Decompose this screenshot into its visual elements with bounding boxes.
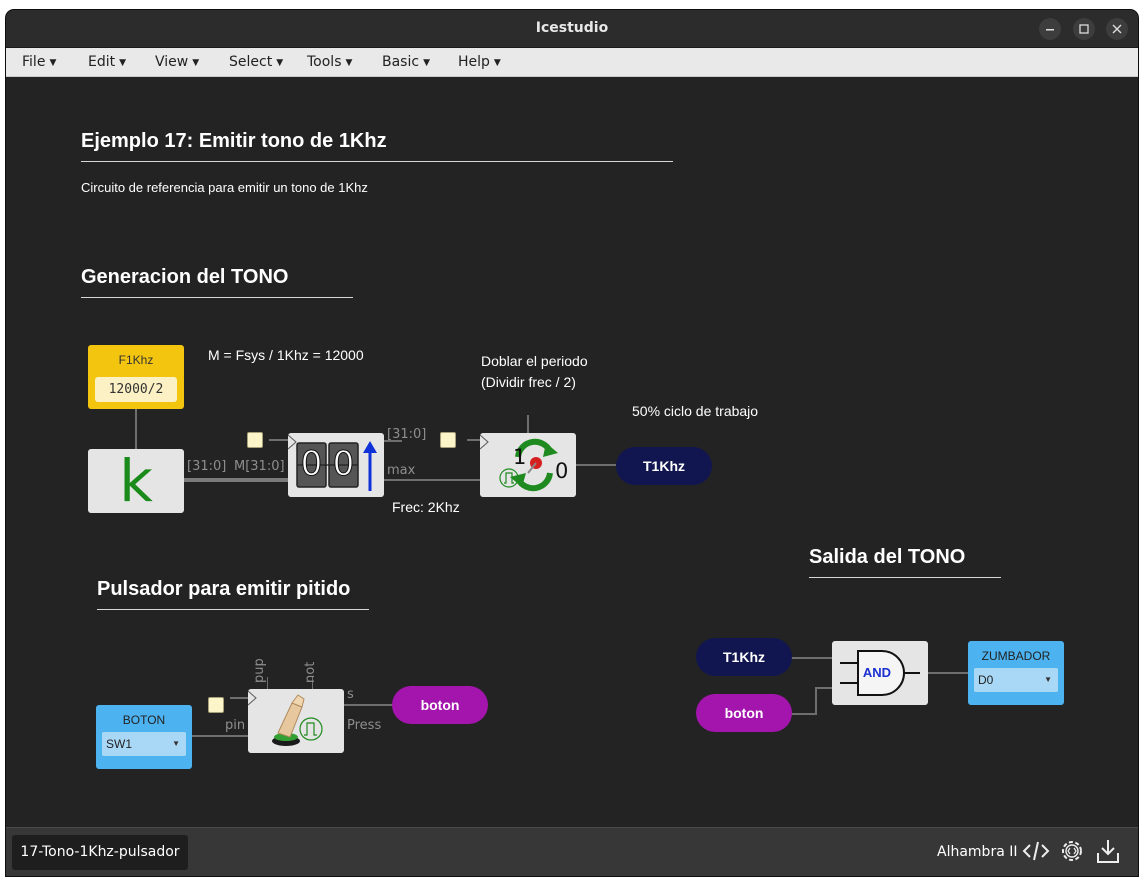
double-period-line2: (Dividir frec / 2) [481, 374, 576, 390]
wire-clock-button [230, 697, 248, 699]
download-icon [1097, 840, 1119, 863]
app-window: Icestudio File ▼ Edit ▼ View ▼ Select ▼ Tool… [6, 10, 1138, 876]
code-view-button[interactable] [1022, 837, 1050, 865]
input-label-t1khz[interactable]: T1Khz [696, 638, 792, 676]
wire-boton-and-h2 [815, 687, 833, 689]
port-label-m: M[31:0] [234, 459, 285, 474]
formula-note: M = Fsys / 1Khz = 12000 [208, 347, 364, 363]
menu-view[interactable]: View ▼ [155, 54, 199, 70]
chevron-down-icon: ▼ [1044, 675, 1052, 684]
menu-basic[interactable]: Basic ▼ [382, 54, 430, 70]
toggle-zero: 0 [555, 459, 569, 483]
design-canvas[interactable]: Ejemplo 17: Emitir tono de 1Khz Circuito… [6, 77, 1138, 827]
chevron-down-icon: ▼ [172, 739, 180, 748]
wire-t1khz-and [790, 657, 832, 659]
wire-bus-k-counter [184, 478, 288, 482]
wire-button-out [344, 704, 394, 706]
menu-edit[interactable]: Edit ▼ [88, 54, 126, 70]
maximize-button[interactable] [1073, 18, 1095, 40]
toggle-one: 1 [513, 445, 527, 469]
output-zumbador-label: ZUMBADOR [981, 649, 1051, 663]
counter-block[interactable]: 0 0 [288, 433, 384, 497]
menu-tools[interactable]: Tools ▼ [307, 54, 352, 70]
wire-boton-pin [192, 735, 248, 737]
double-period-line1: Doblar el periodo [481, 353, 588, 369]
main-heading-underline [81, 161, 673, 162]
wire-toggle-top [527, 415, 529, 433]
wire-pup-stub [267, 677, 268, 689]
pushbutton-icon [248, 690, 323, 746]
button-heading: Pulsador para emitir pitido [97, 578, 351, 600]
constant-value[interactable]: 12000/2 [95, 377, 177, 402]
wire-and-zumbador [928, 672, 968, 674]
upload-button[interactable] [1094, 837, 1122, 865]
wire-boton-and-v [815, 687, 817, 715]
input-boton[interactable]: BOTON SW1 ▼ [96, 705, 192, 769]
duty-cycle-note: 50% ciclo de trabajo [632, 403, 759, 419]
clock-input-button[interactable] [208, 697, 224, 713]
button-heading-underline [97, 609, 369, 610]
menu-bar: File ▼ Edit ▼ View ▼ Select ▼ Tools ▼ Basic ▼ … [6, 48, 1138, 77]
output-heading-underline [809, 577, 1001, 578]
output-zumbador-select[interactable]: D0 ▼ [974, 668, 1058, 692]
generation-heading-underline [81, 297, 353, 298]
menu-select[interactable]: Select ▼ [229, 54, 283, 70]
port-label-not: not [303, 661, 318, 683]
frequency-note: Frec: 2Khz [392, 499, 460, 515]
port-label-press: Press [347, 718, 382, 733]
constant-block-f1khz[interactable]: F1Khz 12000/2 [88, 345, 184, 409]
title-bar: Icestudio [6, 10, 1138, 48]
main-heading: Ejemplo 17: Emitir tono de 1Khz [81, 130, 387, 152]
and-gate-label: AND [862, 665, 892, 680]
minimize-button[interactable] [1039, 18, 1061, 40]
port-label-max: max [387, 463, 416, 478]
button-block[interactable] [248, 689, 344, 753]
output-label-boton[interactable]: boton [392, 686, 488, 724]
wire-toggle-out [576, 464, 616, 466]
generation-heading: Generacion del TONO [81, 266, 289, 288]
gear-code-icon [1062, 841, 1082, 861]
description-note: Circuito de referencia para emitir un to… [81, 180, 368, 195]
window-title: Icestudio [535, 20, 609, 36]
minimize-icon [1046, 29, 1054, 31]
wire-clock-toggle [467, 439, 481, 441]
constant-label: F1Khz [118, 353, 154, 367]
clock-input-counter[interactable] [247, 432, 263, 448]
wire-boton-and-h [790, 713, 816, 715]
wire-clock-counter [269, 439, 289, 441]
input-label-boton[interactable]: boton [696, 694, 792, 732]
status-bar: 17-Tono-1Khz-pulsador Alhambra II [6, 827, 1138, 876]
output-heading: Salida del TONO [809, 546, 966, 568]
port-label-pup: pup [252, 658, 267, 683]
and-gate-block[interactable]: AND [832, 641, 928, 705]
toggle-block[interactable]: 1 0 [480, 433, 576, 497]
input-boton-select[interactable]: SW1 ▼ [102, 732, 186, 756]
input-boton-label: BOTON [122, 713, 166, 727]
port-label-bus2: [31:0] [387, 427, 427, 442]
k-symbol: k [119, 447, 153, 515]
counter-digit-2: 0 [332, 444, 355, 485]
wire-constant-k [135, 407, 137, 449]
port-label-s: s [347, 687, 354, 702]
output-zumbador[interactable]: ZUMBADOR D0 ▼ [968, 641, 1064, 705]
code-icon [1022, 841, 1050, 861]
port-label-pin: pin [225, 718, 246, 733]
build-button[interactable] [1058, 837, 1086, 865]
constant-k-block[interactable]: k [88, 447, 184, 515]
output-label-t1khz[interactable]: T1Khz [616, 447, 712, 485]
maximize-icon [1079, 24, 1089, 34]
wire-counter-max [382, 479, 480, 481]
close-button[interactable] [1106, 18, 1128, 40]
port-label-bus1: [31:0] [187, 459, 227, 474]
project-tab[interactable]: 17-Tono-1Khz-pulsador [12, 835, 188, 870]
menu-help[interactable]: Help ▼ [458, 54, 501, 70]
counter-digit-1: 0 [300, 444, 323, 485]
double-period-note: Doblar el periodo (Dividir frec / 2) [481, 351, 588, 393]
menu-file[interactable]: File ▼ [22, 54, 56, 70]
close-icon [1112, 24, 1122, 34]
clock-input-toggle[interactable] [440, 432, 456, 448]
board-name[interactable]: Alhambra II [937, 844, 1018, 860]
